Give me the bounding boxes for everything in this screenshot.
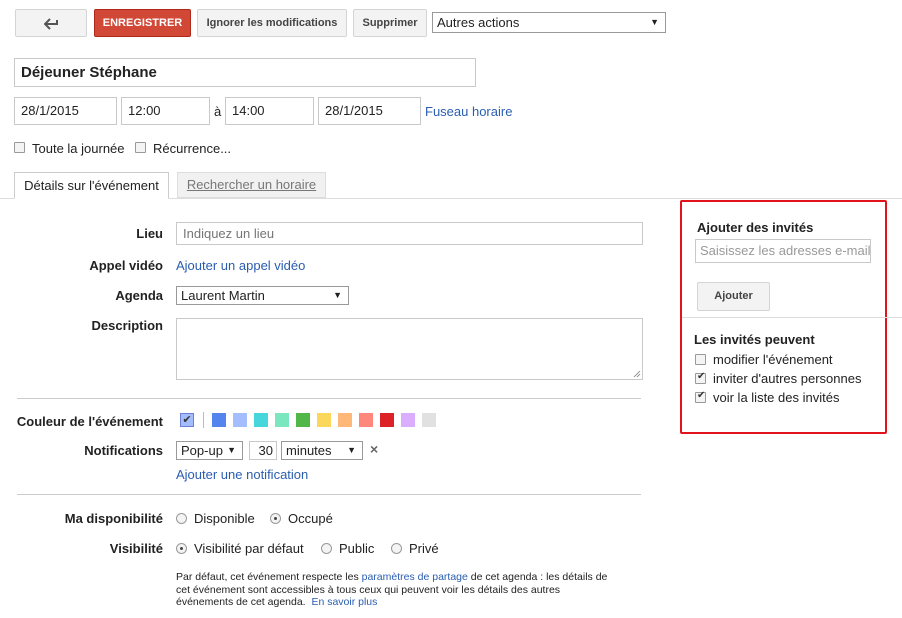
- location-label: Lieu: [136, 226, 163, 241]
- recurrence-label: Récurrence...: [153, 141, 232, 156]
- event-color-label: Couleur de l'événement: [16, 414, 163, 429]
- all-day-checkbox[interactable]: [14, 142, 25, 153]
- dropdown-arrow-icon: ▼: [333, 290, 342, 300]
- guest-permissions-title: Les invités peuvent: [694, 332, 815, 347]
- tab-find-time[interactable]: Rechercher un horaire: [177, 172, 326, 198]
- color-swatch[interactable]: [422, 413, 436, 427]
- event-title-input[interactable]: Déjeuner Stéphane: [14, 58, 476, 87]
- all-day-label: Toute la journée: [32, 141, 125, 156]
- video-call-label: Appel vidéo: [89, 258, 163, 273]
- guests-panel: Ajouter des invités Saisissez les adress…: [680, 200, 902, 434]
- more-actions-label: Autres actions: [437, 15, 520, 30]
- discard-changes-button[interactable]: Ignorer les modifications: [197, 9, 347, 37]
- section-divider: [17, 398, 641, 399]
- start-date-input[interactable]: 28/1/2015: [14, 97, 117, 125]
- more-actions-dropdown[interactable]: Autres actions ▼: [432, 12, 666, 33]
- tab-find-time-label: Rechercher un horaire: [186, 177, 317, 192]
- notification-unit-dropdown[interactable]: minutes ▼: [281, 441, 363, 460]
- guests-can-modify-label: modifier l'événement: [713, 352, 833, 367]
- timezone-link[interactable]: Fuseau horaire: [425, 104, 512, 119]
- availability-busy-radio[interactable]: [270, 513, 281, 524]
- guests-can-invite-label: inviter d'autres personnes: [713, 371, 862, 386]
- notification-unit-value: minutes: [286, 443, 332, 458]
- end-time-input[interactable]: 14:00: [225, 97, 314, 125]
- save-button[interactable]: ENREGISTRER: [94, 9, 191, 37]
- dropdown-arrow-icon: ▼: [227, 445, 236, 455]
- note-text: cet événement sont accessibles à tous ce…: [176, 583, 561, 596]
- color-swatch[interactable]: [296, 413, 310, 427]
- color-swatch-selected[interactable]: ✔: [180, 413, 194, 427]
- add-video-call-link[interactable]: Ajouter un appel vidéo: [176, 258, 305, 273]
- recurrence-checkbox[interactable]: [135, 142, 146, 153]
- calendar-dropdown[interactable]: Laurent Martin ▼: [176, 286, 349, 305]
- visibility-note: Par défaut, cet événement respecte les p…: [176, 571, 646, 609]
- visibility-private-label: Privé: [409, 541, 439, 556]
- availability-label: Ma disponibilité: [64, 511, 163, 526]
- calendar-value: Laurent Martin: [181, 288, 265, 303]
- visibility-label: Visibilité: [109, 541, 163, 556]
- guest-email-placeholder: Saisissez les adresses e-mail: [700, 243, 871, 258]
- color-swatch[interactable]: [254, 413, 268, 427]
- availability-available-radio[interactable]: [176, 513, 187, 524]
- learn-more-link[interactable]: En savoir plus: [311, 596, 377, 608]
- start-time-input[interactable]: 12:00: [121, 97, 210, 125]
- back-arrow-icon: [44, 18, 58, 30]
- guest-email-input[interactable]: Saisissez les adresses e-mail: [695, 239, 871, 263]
- tab-event-details-label: Détails sur l'événement: [24, 178, 159, 193]
- tab-event-details[interactable]: Détails sur l'événement: [14, 172, 169, 199]
- close-icon[interactable]: ×: [370, 441, 378, 457]
- guests-can-invite-checkbox[interactable]: [695, 371, 706, 384]
- sharing-settings-link[interactable]: paramètres de partage: [362, 571, 468, 583]
- notifications-label: Notifications: [84, 443, 163, 458]
- dropdown-arrow-icon: ▼: [650, 17, 659, 27]
- resize-handle-icon: [633, 370, 641, 378]
- note-text: événements de cet agenda.: [176, 596, 306, 608]
- availability-available-label: Disponible: [194, 511, 255, 526]
- location-input[interactable]: [176, 222, 643, 245]
- color-swatch[interactable]: [380, 413, 394, 427]
- delete-button[interactable]: Supprimer: [353, 9, 427, 37]
- guests-can-see-list-label: voir la liste des invités: [713, 390, 840, 405]
- availability-busy-label: Occupé: [288, 511, 333, 526]
- back-button[interactable]: [15, 9, 87, 37]
- end-date-input[interactable]: 28/1/2015: [318, 97, 421, 125]
- calendar-label: Agenda: [115, 288, 163, 303]
- add-guest-button[interactable]: Ajouter: [697, 282, 770, 311]
- add-notification-link[interactable]: Ajouter une notification: [176, 467, 308, 482]
- description-textarea[interactable]: [176, 318, 643, 380]
- dropdown-arrow-icon: ▼: [347, 445, 356, 455]
- description-label: Description: [91, 318, 163, 333]
- to-label: à: [214, 104, 222, 119]
- color-swatch[interactable]: [212, 413, 226, 427]
- visibility-public-label: Public: [339, 541, 375, 556]
- note-text: de cet agenda : les détails de: [470, 571, 608, 583]
- guests-can-see-list-checkbox[interactable]: [695, 390, 706, 403]
- note-text: Par défaut, cet événement respecte les: [176, 571, 359, 583]
- visibility-public-radio[interactable]: [321, 543, 332, 554]
- color-swatch[interactable]: [338, 413, 352, 427]
- visibility-default-radio[interactable]: [176, 543, 187, 554]
- add-guests-title: Ajouter des invités: [697, 220, 814, 235]
- color-swatch[interactable]: [317, 413, 331, 427]
- color-swatch[interactable]: [401, 413, 415, 427]
- notification-amount-input[interactable]: 30: [249, 441, 277, 460]
- guests-can-modify-checkbox[interactable]: [695, 354, 706, 365]
- notification-type-dropdown[interactable]: Pop-up ▼: [176, 441, 243, 460]
- color-swatch[interactable]: [359, 413, 373, 427]
- guests-panel-divider: [682, 317, 902, 318]
- visibility-private-radio[interactable]: [391, 543, 402, 554]
- section-divider: [17, 494, 641, 495]
- notification-type-value: Pop-up: [181, 443, 223, 458]
- color-swatch[interactable]: [233, 413, 247, 427]
- visibility-default-label: Visibilité par défaut: [194, 541, 304, 556]
- color-separator: [203, 412, 204, 428]
- color-swatch[interactable]: [275, 413, 289, 427]
